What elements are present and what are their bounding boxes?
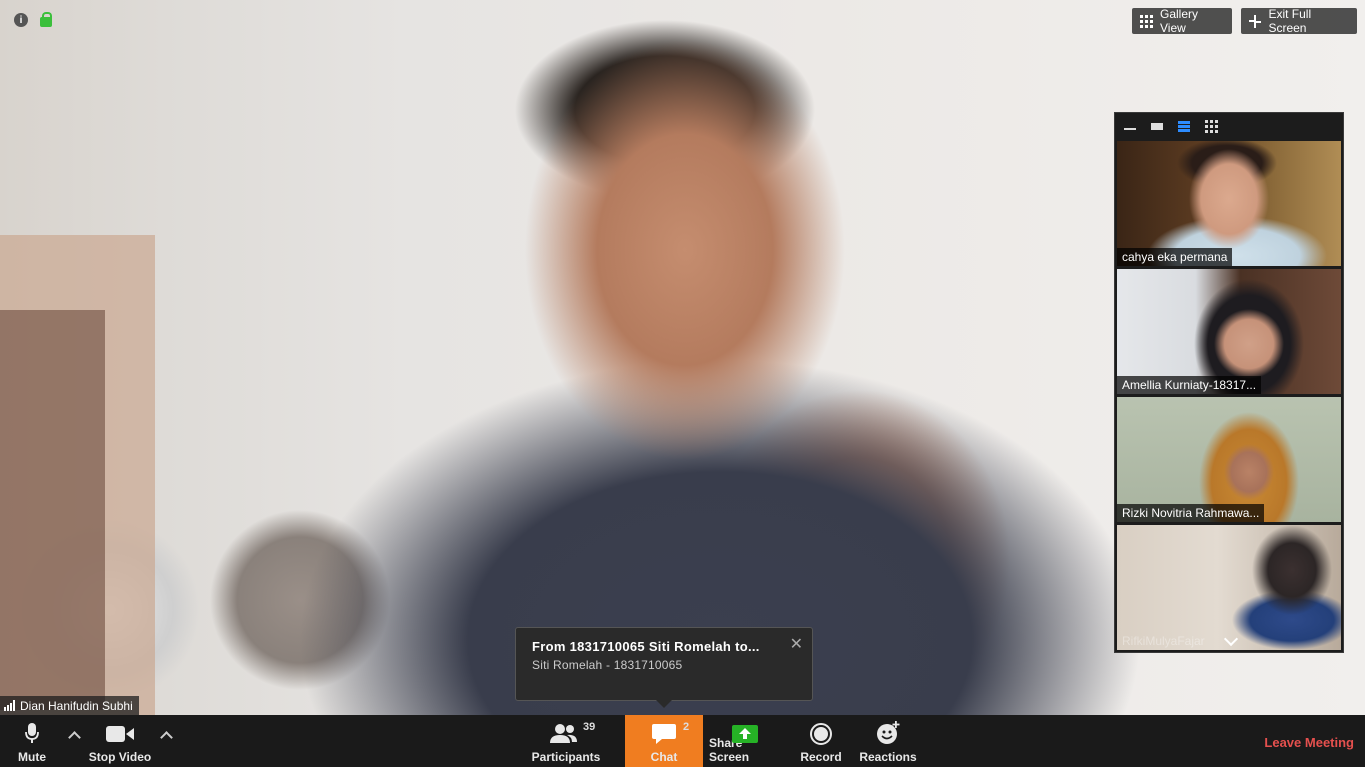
info-icon[interactable]: i [14, 13, 28, 27]
toast-pointer [656, 700, 672, 708]
background-cabinet [0, 310, 105, 710]
encryption-lock-icon[interactable] [40, 12, 52, 27]
speaker-name: Dian Hanifudin Subhi [20, 698, 133, 713]
signal-strength-icon [4, 700, 15, 711]
participant-tile[interactable]: Amellia Kurniaty-18317... [1117, 269, 1341, 394]
participants-count: 39 [583, 721, 596, 733]
participant-name: RifkiMulyaFajar [1122, 634, 1205, 648]
record-button[interactable]: Record [800, 715, 842, 767]
chevron-down-icon[interactable] [1223, 631, 1239, 647]
gallery-view-button[interactable]: Gallery View [1132, 7, 1232, 35]
gallery-grid-icon[interactable] [1205, 120, 1218, 133]
smiley-add-icon [877, 721, 900, 744]
chat-unread-count: 2 [683, 721, 690, 733]
video-camera-icon [106, 726, 134, 742]
grid-icon [1140, 14, 1153, 28]
participant-tile[interactable]: RifkiMulyaFajar [1117, 525, 1341, 650]
stop-video-button[interactable]: Stop Video [88, 715, 152, 767]
chat-notification-title: From 1831710065 Siti Romelah to... [532, 639, 760, 654]
meeting-info-icons: i [14, 12, 52, 27]
video-options-caret-icon[interactable] [160, 731, 173, 744]
participant-thumbnail-strip[interactable]: cahya eka permana Amellia Kurniaty-18317… [1114, 112, 1344, 653]
vertical-strip-icon[interactable] [1178, 121, 1191, 132]
share-screen-icon [732, 725, 758, 743]
participant-tile[interactable]: cahya eka permana [1117, 141, 1341, 266]
active-speaker-strip-icon[interactable] [1151, 122, 1164, 131]
share-screen-button[interactable]: Share Screen [709, 715, 781, 767]
participant-name: Amellia Kurniaty-18317... [1117, 376, 1262, 394]
chat-bubble-icon [652, 724, 676, 744]
leave-meeting-button[interactable]: Leave Meeting [1264, 735, 1354, 750]
reactions-button[interactable]: Reactions [859, 715, 917, 767]
participant-name: Rizki Novitria Rahmawa... [1117, 504, 1265, 522]
gallery-view-label: Gallery View [1160, 7, 1199, 35]
chat-notification[interactable]: From 1831710065 Siti Romelah to... Siti … [515, 627, 813, 708]
exit-full-screen-icon [1249, 14, 1262, 28]
participants-label: Participants [531, 750, 601, 764]
audio-options-caret-icon[interactable] [68, 731, 81, 744]
mute-button[interactable]: Mute [12, 715, 52, 767]
strip-view-controls [1115, 113, 1343, 140]
participants-icon [550, 724, 577, 743]
exit-full-screen-label: Exit Full Screen [1268, 7, 1312, 35]
minimize-icon[interactable] [1124, 122, 1137, 131]
participants-button[interactable]: 39 Participants [530, 715, 602, 767]
stop-video-label: Stop Video [88, 750, 152, 764]
mute-label: Mute [18, 750, 46, 764]
meeting-toolbar: Mute Stop Video 39 Participants 2 Chat S… [0, 715, 1365, 767]
participant-tile[interactable]: Rizki Novitria Rahmawa... [1117, 397, 1341, 522]
chat-notification-sender: Siti Romelah - 1831710065 [532, 658, 683, 672]
speaker-name-tag: Dian Hanifudin Subhi [0, 696, 139, 715]
close-icon[interactable]: ✕ [790, 634, 803, 654]
participant-name: cahya eka permana [1117, 248, 1233, 266]
reactions-label: Reactions [859, 750, 917, 764]
record-label: Record [800, 750, 842, 764]
exit-full-screen-button[interactable]: Exit Full Screen [1241, 7, 1357, 35]
chat-label: Chat [650, 750, 678, 764]
record-icon [810, 723, 832, 745]
microphone-icon [25, 723, 39, 743]
chat-button[interactable]: 2 Chat [625, 715, 703, 767]
